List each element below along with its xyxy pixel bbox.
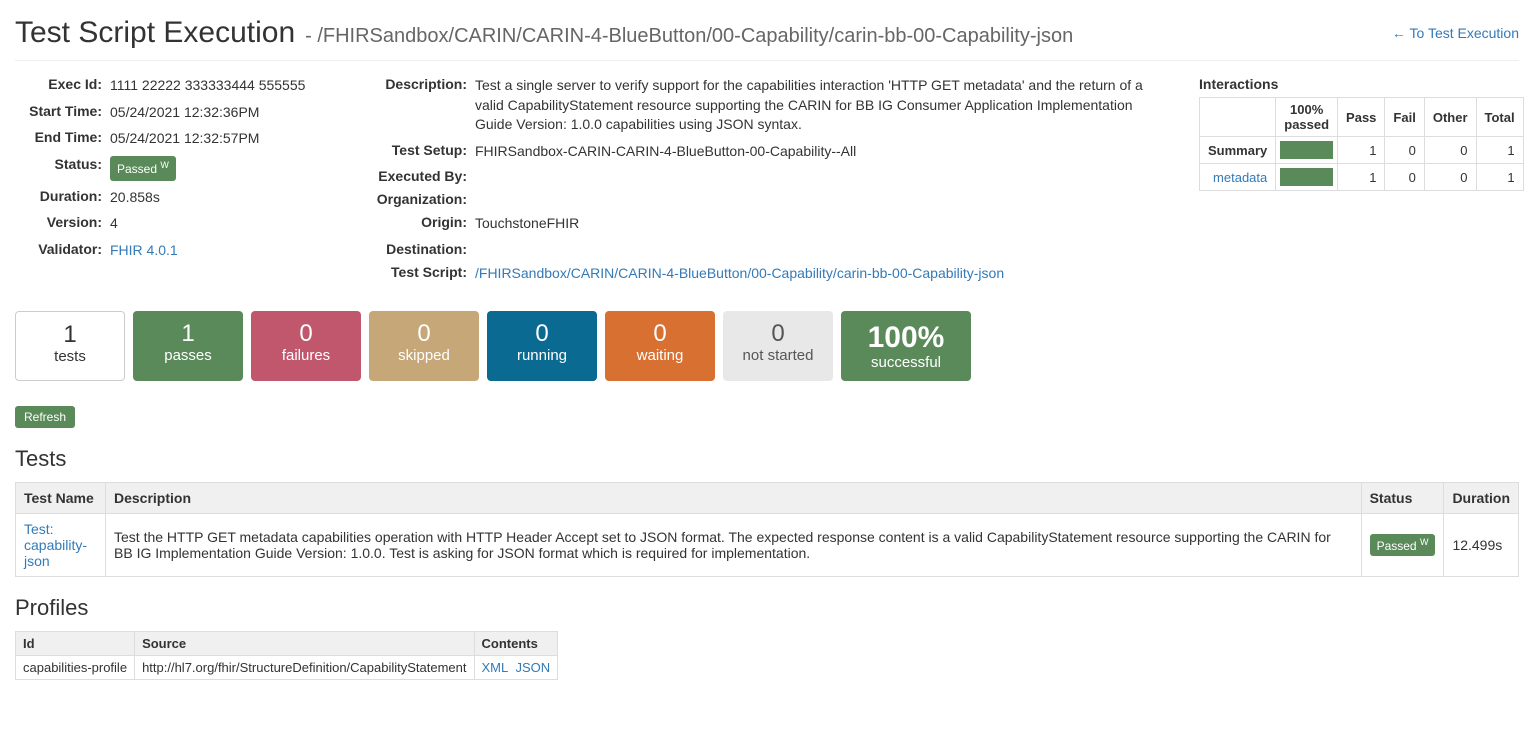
tests-table: Test Name Description Status Duration Te… — [15, 482, 1519, 577]
tests-row: Test: capability-json Test the HTTP GET … — [16, 513, 1519, 576]
version-label: Version: — [15, 214, 110, 230]
stat-passes[interactable]: 1passes — [133, 311, 243, 381]
pass-bar — [1280, 168, 1333, 186]
to-test-execution-link[interactable]: ← To Test Execution — [1392, 25, 1519, 41]
duration-label: Duration: — [15, 188, 110, 204]
destination-label: Destination: — [365, 241, 475, 257]
setup-value: FHIRSandbox-CARIN-CARIN-4-BlueButton-00-… — [475, 142, 1169, 162]
interactions-row: metadata1001 — [1200, 164, 1524, 191]
stat-tests[interactable]: 1tests — [15, 311, 125, 381]
validator-link[interactable]: FHIR 4.0.1 — [110, 242, 178, 258]
tests-col-duration: Duration — [1444, 482, 1519, 513]
profiles-table: Id Source Contents capabilities-profile … — [15, 631, 558, 680]
interactions-row: Summary1001 — [1200, 137, 1524, 164]
stat-waiting[interactable]: 0waiting — [605, 311, 715, 381]
tests-col-desc: Description — [106, 482, 1362, 513]
stat-failures[interactable]: 0failures — [251, 311, 361, 381]
page-title: Test Script Execution — [15, 16, 295, 50]
exec-id-label: Exec Id: — [15, 76, 110, 92]
test-script-link[interactable]: /FHIRSandbox/CARIN/CARIN-4-BlueButton/00… — [475, 265, 1004, 281]
profiles-col-id: Id — [16, 631, 135, 655]
executed-by-label: Executed By: — [365, 168, 475, 184]
duration-value: 20.858s — [110, 188, 335, 208]
refresh-button[interactable]: Refresh — [15, 406, 75, 428]
profiles-section-title: Profiles — [15, 595, 1519, 621]
test-status-badge: Passed W — [1370, 534, 1436, 556]
inter-col-passed: 100% passed — [1276, 98, 1338, 137]
tests-col-status: Status — [1361, 482, 1444, 513]
setup-label: Test Setup: — [365, 142, 475, 158]
profile-id: capabilities-profile — [16, 655, 135, 679]
inter-col-pass: Pass — [1338, 98, 1385, 137]
test-duration: 12.499s — [1444, 513, 1519, 576]
profiles-row: capabilities-profile http://hl7.org/fhir… — [16, 655, 558, 679]
profile-json-link[interactable]: JSON — [515, 660, 550, 675]
start-time-label: Start Time: — [15, 103, 110, 119]
inter-col-other: Other — [1424, 98, 1476, 137]
test-name-link[interactable]: Test: capability-json — [24, 521, 87, 569]
stat-skipped[interactable]: 0skipped — [369, 311, 479, 381]
organization-label: Organization: — [365, 191, 475, 207]
test-desc: Test the HTTP GET metadata capabilities … — [106, 513, 1362, 576]
arrow-left-icon: ← — [1392, 25, 1406, 41]
description-label: Description: — [365, 76, 475, 92]
interactions-table: 100% passed Pass Fail Other Total Summar… — [1199, 97, 1524, 191]
tests-section-title: Tests — [15, 446, 1519, 472]
inter-col-total: Total — [1476, 98, 1523, 137]
stat-not-started[interactable]: 0not started — [723, 311, 833, 381]
description-value: Test a single server to verify support f… — [475, 76, 1169, 135]
test-script-label: Test Script: — [365, 264, 475, 280]
profile-source: http://hl7.org/fhir/StructureDefinition/… — [135, 655, 474, 679]
interactions-title: Interactions — [1199, 76, 1519, 92]
page-subtitle: - /FHIRSandbox/CARIN/CARIN-4-BlueButton/… — [305, 25, 1073, 48]
origin-label: Origin: — [365, 214, 475, 230]
stat-successful: 100%successful — [841, 311, 971, 381]
inter-col-blank — [1200, 98, 1276, 137]
interaction-link[interactable]: metadata — [1213, 170, 1267, 185]
pass-bar — [1280, 141, 1333, 159]
inter-col-fail: Fail — [1385, 98, 1424, 137]
end-time-label: End Time: — [15, 129, 110, 145]
end-time-value: 05/24/2021 12:32:57PM — [110, 129, 335, 149]
start-time-value: 05/24/2021 12:32:36PM — [110, 103, 335, 123]
version-value: 4 — [110, 214, 335, 234]
back-link-label: To Test Execution — [1410, 25, 1519, 41]
profiles-col-source: Source — [135, 631, 474, 655]
profile-xml-link[interactable]: XML — [482, 660, 509, 675]
origin-value: TouchstoneFHIR — [475, 214, 1169, 234]
exec-id-value: 1111 22222 333333444 555555 — [110, 76, 335, 96]
tests-col-name: Test Name — [16, 482, 106, 513]
validator-label: Validator: — [15, 241, 110, 257]
status-label: Status: — [15, 156, 110, 172]
status-badge: Passed W — [110, 156, 176, 181]
stat-running[interactable]: 0running — [487, 311, 597, 381]
profiles-col-contents: Contents — [474, 631, 558, 655]
